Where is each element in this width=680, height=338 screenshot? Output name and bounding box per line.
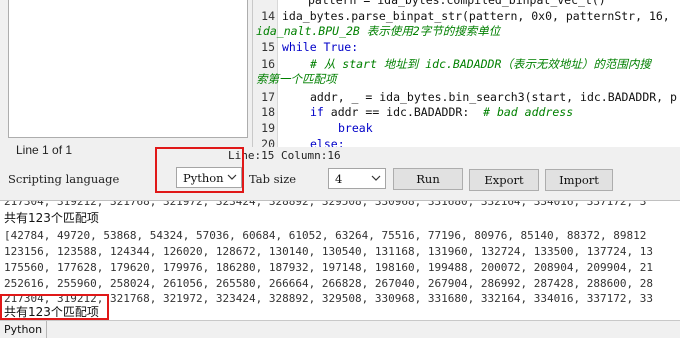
code-keyword: if xyxy=(310,105,324,119)
script-list[interactable] xyxy=(8,0,248,138)
code-comment: # 从 start 地址到 idc.BADADDR（表示无效地址）的范围内搜 xyxy=(310,57,651,71)
output-line: 175560, 177628, 179620, 179976, 186280, … xyxy=(4,261,654,274)
line-number: 19 xyxy=(261,121,275,135)
scripting-language-label: Scripting language xyxy=(8,172,120,186)
script-window: Line 1 of 1 pattern = ida_bytes.compiled… xyxy=(0,0,680,200)
code-keyword: while True: xyxy=(282,40,359,54)
script-list-panel: Line 1 of 1 xyxy=(8,0,248,164)
import-button[interactable]: Import xyxy=(545,169,613,191)
code-expression: addr == idc.BADADDR: xyxy=(323,105,484,119)
tab-size-select[interactable]: 4 xyxy=(328,168,386,189)
output-line: 217304, 319212, 321768, 321972, 323424, … xyxy=(4,200,647,208)
chevron-down-icon xyxy=(371,175,381,181)
command-bar: Python xyxy=(0,320,680,338)
highlight-box-result xyxy=(0,294,109,320)
tab-size-value: 4 xyxy=(335,172,343,186)
divider xyxy=(46,321,47,338)
code-comment: # bad address xyxy=(483,105,574,119)
code-text: if addr == idc.BADADDR: # bad address xyxy=(310,104,573,121)
export-button[interactable]: Export xyxy=(469,169,539,191)
output-line: 共有123个匹配项 xyxy=(4,211,99,225)
run-button[interactable]: Run xyxy=(393,168,463,190)
list-status: Line 1 of 1 xyxy=(16,143,73,157)
highlight-box-language xyxy=(155,147,244,193)
line-number: 20 xyxy=(261,137,275,147)
output-line: [42784, 49720, 53868, 54324, 57036, 6068… xyxy=(4,229,647,242)
command-language-label[interactable]: Python xyxy=(4,323,42,336)
code-keyword: else: xyxy=(310,137,345,147)
code-editor[interactable]: pattern = ida_bytes.compiled_binpat_vec_… xyxy=(252,0,680,147)
line-number: 15 xyxy=(261,40,275,54)
code-comment: 索第一个匹配项 xyxy=(256,72,337,86)
code-keyword: break xyxy=(338,121,373,135)
code-comment: ida_nalt.BPU_2B 表示使用2字节的搜索单位 xyxy=(256,24,501,38)
line-number: 18 xyxy=(261,105,275,119)
tab-size-label: Tab size xyxy=(249,172,297,186)
output-console[interactable]: 217304, 319212, 321768, 321972, 323424, … xyxy=(0,200,680,321)
output-line: 123156, 123588, 124344, 126020, 128672, … xyxy=(4,245,654,258)
cursor-position: Line:15 Column:16 xyxy=(228,149,341,162)
